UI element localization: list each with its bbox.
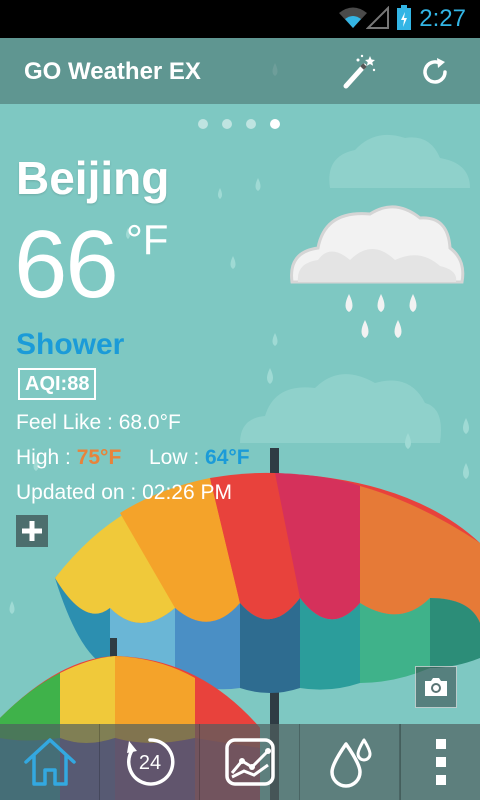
page-dot-active[interactable] xyxy=(270,119,280,129)
camera-button[interactable] xyxy=(415,666,457,708)
high-label: High : xyxy=(16,446,71,469)
bottom-navigation: 24 xyxy=(0,724,480,800)
page-indicator xyxy=(198,119,280,129)
more-menu-button[interactable] xyxy=(400,724,480,800)
aqi-badge[interactable]: AQI:88 xyxy=(18,368,97,400)
wifi-icon xyxy=(339,7,367,28)
droplets-icon xyxy=(329,738,371,788)
magic-wand-icon xyxy=(343,54,376,89)
home-tab[interactable] xyxy=(0,724,100,800)
plus-icon xyxy=(22,521,42,541)
page-dot[interactable] xyxy=(246,119,256,129)
current-temperature: 66 xyxy=(14,211,119,318)
hourly-label: 24 xyxy=(138,752,160,774)
feel-like-text: Feel Like : 68.0°F xyxy=(16,411,181,434)
hourly-forecast-tab[interactable]: 24 xyxy=(100,724,200,800)
status-time: 2:27 xyxy=(419,5,466,32)
app-title: GO Weather EX xyxy=(24,58,201,85)
add-city-button[interactable] xyxy=(16,515,48,547)
low-temperature: 64°F xyxy=(205,446,250,469)
page-dot[interactable] xyxy=(198,119,208,129)
high-low-row: High : 75°F Low : 64°F xyxy=(16,446,250,470)
cell-signal-icon xyxy=(366,6,389,29)
24-hour-icon: 24 xyxy=(126,738,174,786)
battery-icon xyxy=(397,5,411,30)
camera-icon xyxy=(425,678,447,696)
temperature-unit[interactable]: °F xyxy=(126,216,168,264)
page-dot[interactable] xyxy=(222,119,232,129)
home-icon xyxy=(23,738,76,786)
weather-condition: Shower xyxy=(16,328,125,361)
status-bar: 2:27 xyxy=(0,0,480,38)
weather-screen: GO Weather EX Beijing 66 °F Shower AQI:8… xyxy=(0,38,480,800)
magic-wand-button[interactable] xyxy=(333,48,383,96)
trend-tab[interactable] xyxy=(200,724,300,800)
precipitation-tab[interactable] xyxy=(300,724,400,800)
city-name: Beijing xyxy=(16,152,170,204)
updated-time: Updated on : 02:26 PM xyxy=(16,481,232,504)
rain-cloud-illustration xyxy=(290,205,465,338)
trend-chart-icon xyxy=(224,738,275,786)
more-vertical-icon xyxy=(435,739,446,785)
high-temperature: 75°F xyxy=(76,446,122,469)
app-bar: GO Weather EX xyxy=(0,38,480,104)
low-label: Low : xyxy=(148,446,200,469)
refresh-button[interactable] xyxy=(410,48,460,96)
refresh-icon xyxy=(423,58,447,84)
